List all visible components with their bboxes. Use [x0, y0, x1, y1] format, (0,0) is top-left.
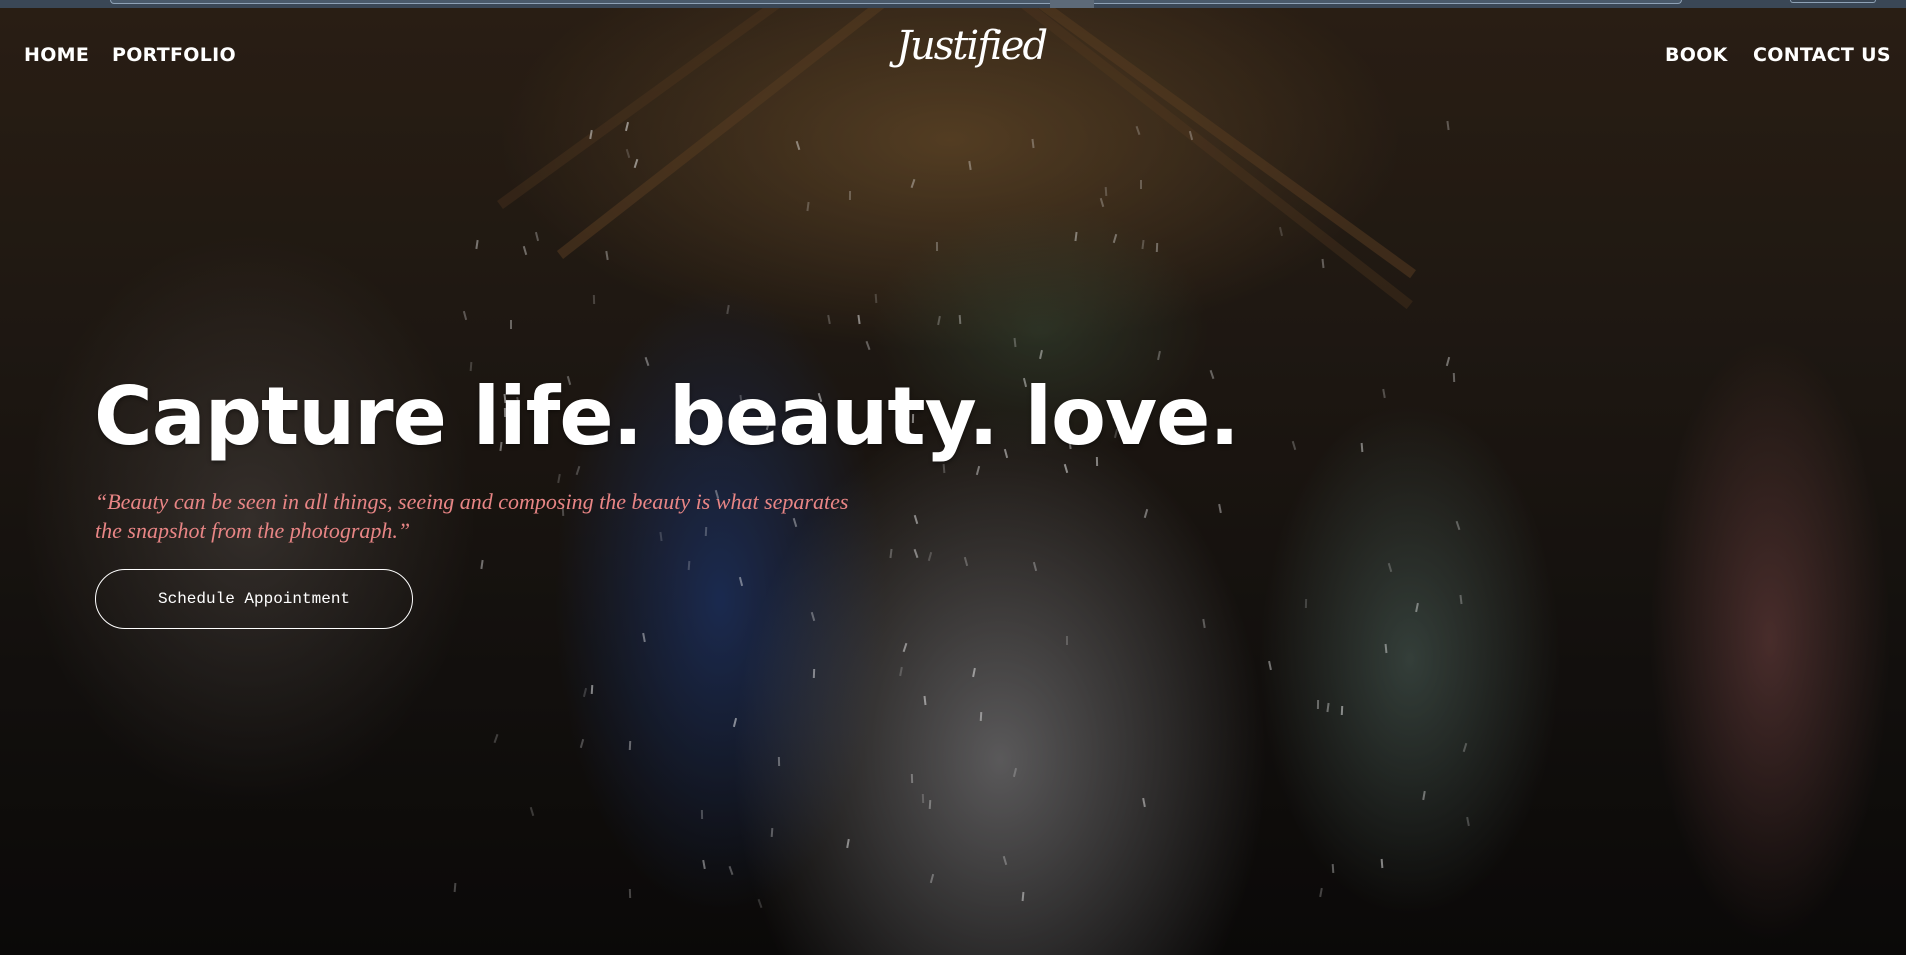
confetti-speck: [1013, 337, 1017, 347]
confetti-speck: [700, 809, 703, 819]
hero-background-photo: [0, 0, 1906, 955]
nav-home-link[interactable]: HOME: [24, 44, 89, 66]
confetti-speck: [592, 294, 595, 304]
hero-headline: Capture life. beauty. love.: [94, 370, 1240, 463]
browser-toolbar-button[interactable]: [1790, 0, 1876, 3]
brand-logo[interactable]: Justified: [896, 14, 1048, 78]
confetti-speck: [590, 684, 593, 694]
confetti-speck: [1360, 442, 1364, 453]
nav-book-link[interactable]: BOOK: [1665, 44, 1728, 66]
confetti-speck: [935, 242, 938, 252]
schedule-appointment-button[interactable]: Schedule Appointment: [95, 569, 413, 629]
hero-dark-overlay: [0, 0, 1906, 955]
confetti-speck: [1155, 243, 1158, 253]
confetti-speck: [1065, 635, 1068, 645]
browser-top-strip: [0, 0, 1906, 8]
confetti-speck: [770, 827, 773, 838]
confetti-speck: [910, 773, 913, 784]
hero-quote-line-1: “Beauty can be seen in all things, seein…: [95, 489, 849, 514]
nav-portfolio-link[interactable]: PORTFOLIO: [112, 44, 236, 66]
confetti-speck: [628, 740, 631, 750]
browser-tab[interactable]: [1050, 0, 1094, 8]
nav-contact-link[interactable]: CONTACT US: [1753, 44, 1891, 66]
main-navigation: HOME PORTFOLIO Justified BOOK CONTACT US: [0, 8, 1906, 98]
confetti-speck: [1452, 373, 1456, 383]
confetti-speck: [856, 314, 861, 324]
confetti-speck: [628, 888, 632, 898]
confetti-speck: [942, 463, 946, 473]
confetti-speck: [1321, 259, 1325, 269]
address-bar[interactable]: [110, 0, 1682, 4]
confetti-speck: [777, 757, 781, 767]
hero-quote-line-2: the snapshot from the photograph.”: [95, 518, 411, 543]
confetti-speck: [509, 320, 512, 330]
confetti-speck: [849, 190, 852, 200]
confetti-speck: [812, 668, 815, 678]
hero-quote: “Beauty can be seen in all things, seein…: [95, 487, 965, 545]
confetti-speck: [1340, 705, 1343, 715]
